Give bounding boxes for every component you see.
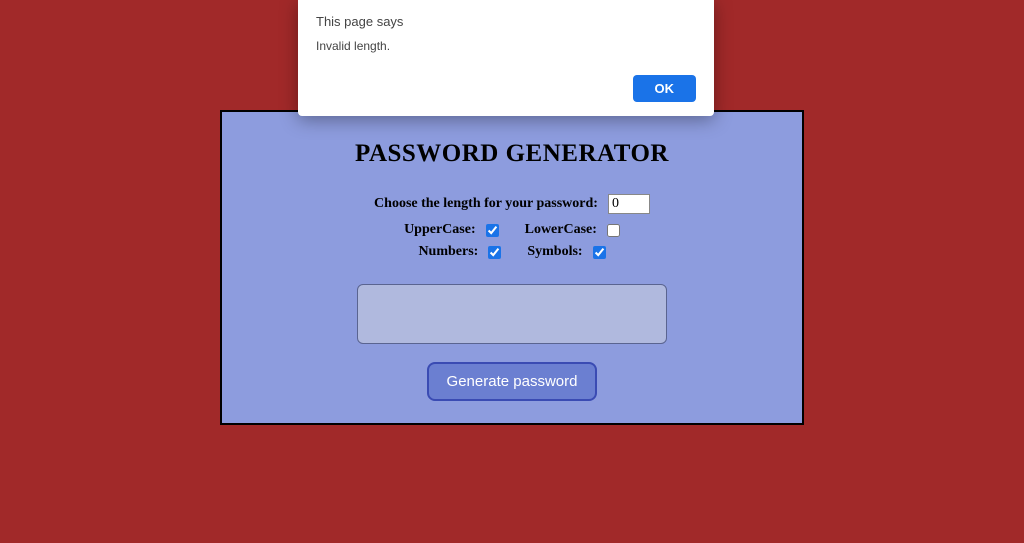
lowercase-option: LowerCase: [525,222,620,238]
symbols-label: Symbols: [527,244,582,260]
password-generator-card: PASSWORD GENERATOR Choose the length for… [220,110,804,425]
alert-ok-button[interactable]: OK [633,75,697,102]
options-row-2: Numbers: Symbols: [222,244,802,260]
lowercase-label: LowerCase: [525,222,597,238]
numbers-option: Numbers: [418,244,501,260]
uppercase-checkbox[interactable] [486,224,499,237]
length-row: Choose the length for your password: [222,194,802,214]
numbers-label: Numbers: [418,244,478,260]
alert-title: This page says [316,14,696,29]
page-title: PASSWORD GENERATOR [222,140,802,168]
uppercase-label: UpperCase: [404,222,476,238]
alert-actions: OK [633,75,697,102]
password-output [357,284,667,344]
options-row-1: UpperCase: LowerCase: [222,222,802,238]
alert-message: Invalid length. [316,39,696,53]
js-alert-dialog: This page says Invalid length. OK [298,0,714,116]
generate-button[interactable]: Generate password [427,362,598,401]
length-input[interactable] [608,194,650,214]
symbols-checkbox[interactable] [593,246,606,259]
length-label: Choose the length for your password: [374,196,598,212]
numbers-checkbox[interactable] [488,246,501,259]
symbols-option: Symbols: [527,244,605,260]
lowercase-checkbox[interactable] [607,224,620,237]
uppercase-option: UpperCase: [404,222,499,238]
